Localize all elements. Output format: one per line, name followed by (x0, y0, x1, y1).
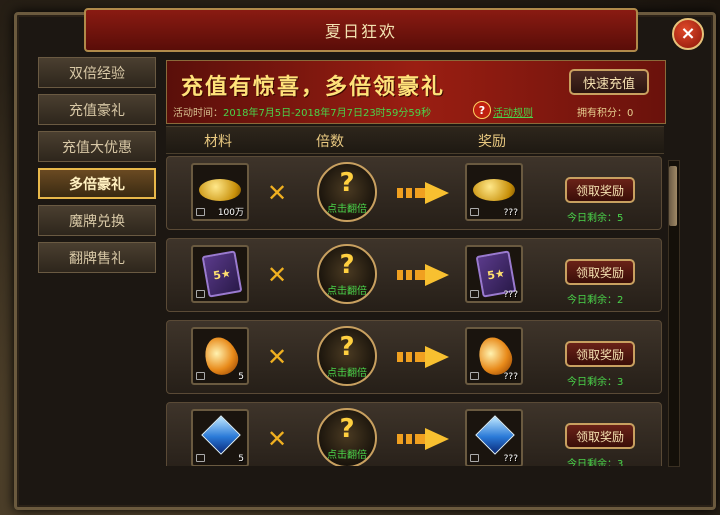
close-icon[interactable]: × (672, 18, 704, 50)
lock-icon (470, 454, 479, 462)
reward-slot[interactable]: ??? (465, 163, 523, 221)
multiplier-value: ? (339, 332, 355, 362)
sidebar-item-label: 翻牌售礼 (69, 250, 125, 267)
blue-gem-icon (475, 415, 515, 455)
lock-icon (196, 372, 205, 380)
reward-list: 100万 ✕ ? 点击翻倍 ??? 领取奖励 今日剩余：5 5★ ✕ ? 点击翻倍 … (166, 156, 666, 466)
material-quantity: 5 (238, 372, 244, 382)
multiply-icon: ✕ (267, 343, 288, 371)
reward-slot[interactable]: ??? (465, 327, 523, 385)
event-banner: 充值有惊喜，多倍领豪礼 快速充值 活动时间：2018年7月5日-2018年7月7… (166, 60, 666, 124)
remaining-today: 今日剩余：5 (567, 213, 624, 224)
sidebar-item-card-exchange[interactable]: 魔牌兑换 (38, 205, 156, 236)
window-title: 夏日狂欢 (324, 22, 397, 41)
arrow-right-icon (397, 346, 449, 368)
flip-double-label: 点击翻倍 (327, 204, 367, 215)
event-time-value: 2018年7月5日-2018年7月7日23时59分59秒 (223, 108, 432, 119)
sidebar-item-double-exp[interactable]: 双倍经验 (38, 57, 156, 88)
rules-link[interactable]: 活动规则 (493, 104, 533, 119)
sidebar-item-recharge-discount[interactable]: 充值大优惠 (38, 131, 156, 162)
multiplier-button[interactable]: ? 点击翻倍 (317, 408, 377, 466)
arrow-right-icon (397, 182, 449, 204)
sidebar-item-label: 魔牌兑换 (69, 213, 125, 230)
reward-quantity: ??? (503, 372, 518, 382)
lock-icon (470, 372, 479, 380)
multiplier-value: ? (339, 168, 355, 198)
reward-quantity: ??? (503, 454, 518, 464)
gold-ingot-icon (199, 179, 241, 201)
sidebar-item-label: 充值豪礼 (69, 102, 125, 119)
remaining-today: 今日剩余：3 (567, 377, 624, 388)
claim-reward-button[interactable]: 领取奖励 (565, 177, 635, 203)
gold-ingot-icon (473, 179, 515, 201)
sidebar-item-recharge-gift[interactable]: 充值豪礼 (38, 94, 156, 125)
lock-icon (196, 208, 205, 216)
arrow-right-icon (397, 264, 449, 286)
flip-double-label: 点击翻倍 (327, 286, 367, 297)
table-row: 5 ✕ ? 点击翻倍 ??? 领取奖励 今日剩余：3 (166, 402, 662, 466)
blue-gem-icon (201, 415, 241, 455)
remaining-today: 今日剩余：2 (567, 295, 624, 306)
reward-quantity: ??? (503, 208, 518, 218)
material-slot[interactable]: 5 (191, 409, 249, 466)
multiplier-value: ? (339, 414, 355, 444)
claim-reward-button[interactable]: 领取奖励 (565, 259, 635, 285)
multiplier-button[interactable]: ? 点击翻倍 (317, 162, 377, 222)
event-time-label: 活动时间： (173, 108, 223, 119)
sidebar: 双倍经验 充值豪礼 充值大优惠 多倍豪礼 魔牌兑换 翻牌售礼 (38, 57, 158, 279)
event-time: 活动时间：2018年7月5日-2018年7月7日23时59分59秒 (173, 104, 431, 119)
banner-title: 充值有惊喜，多倍领豪礼 (181, 74, 446, 100)
multiply-icon: ✕ (267, 425, 288, 453)
multiply-icon: ✕ (267, 179, 288, 207)
table-row: 5★ ✕ ? 点击翻倍 5★??? 领取奖励 今日剩余：2 (166, 238, 662, 312)
table-row: 5 ✕ ? 点击翻倍 ??? 领取奖励 今日剩余：3 (166, 320, 662, 394)
material-slot[interactable]: 5 (191, 327, 249, 385)
table-header: 材料 倍数 奖励 (166, 126, 664, 154)
lock-icon (196, 454, 205, 462)
scrollbar-thumb[interactable] (669, 166, 677, 226)
reward-quantity: ??? (503, 290, 518, 300)
column-header-reward: 奖励 (478, 134, 506, 150)
fast-recharge-button[interactable]: 快速充值 (569, 69, 649, 95)
material-quantity: 5 (238, 454, 244, 464)
star-card-icon: 5★ (201, 250, 243, 298)
multiply-icon: ✕ (267, 261, 288, 289)
lock-icon (196, 290, 205, 298)
question-icon[interactable]: ? (473, 101, 491, 119)
table-row: 100万 ✕ ? 点击翻倍 ??? 领取奖励 今日剩余：5 (166, 156, 662, 230)
lock-icon (470, 290, 479, 298)
sidebar-item-label: 双倍经验 (69, 65, 125, 82)
multiplier-button[interactable]: ? 点击翻倍 (317, 244, 377, 304)
sidebar-item-label: 充值大优惠 (62, 139, 132, 156)
multiplier-value: ? (339, 250, 355, 280)
remaining-today: 今日剩余：3 (567, 459, 624, 466)
material-slot[interactable]: 5★ (191, 245, 249, 303)
sidebar-item-label: 多倍豪礼 (69, 176, 125, 193)
multiplier-button[interactable]: ? 点击翻倍 (317, 326, 377, 386)
flip-double-label: 点击翻倍 (327, 450, 367, 461)
column-header-multiplier: 倍数 (316, 134, 344, 150)
lock-icon (470, 208, 479, 216)
title-bar: 夏日狂欢 (84, 8, 638, 52)
column-header-material: 材料 (204, 134, 232, 150)
fire-orb-icon (199, 332, 243, 380)
reward-slot[interactable]: ??? (465, 409, 523, 466)
sidebar-item-multi-gift[interactable]: 多倍豪礼 (38, 168, 156, 199)
claim-reward-button[interactable]: 领取奖励 (565, 423, 635, 449)
arrow-right-icon (397, 428, 449, 450)
material-quantity: 100万 (217, 208, 244, 218)
sidebar-item-flip-sale[interactable]: 翻牌售礼 (38, 242, 156, 273)
reward-slot[interactable]: 5★??? (465, 245, 523, 303)
material-slot[interactable]: 100万 (191, 163, 249, 221)
claim-reward-button[interactable]: 领取奖励 (565, 341, 635, 367)
flip-double-label: 点击翻倍 (327, 368, 367, 379)
points-display: 拥有积分：0 (577, 108, 634, 119)
